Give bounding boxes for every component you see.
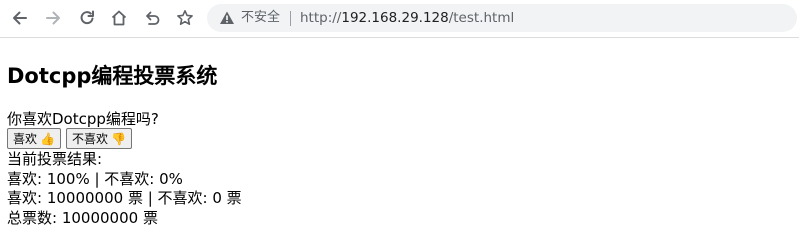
like-button[interactable]: 喜欢 👍 <box>7 128 61 149</box>
security-status-label[interactable]: 不安全 <box>241 10 280 26</box>
thumbs-up-icon: 👍 <box>40 131 55 146</box>
star-icon <box>177 10 193 25</box>
total-votes: 总票数: 10000000 票 <box>7 208 158 227</box>
address-divider <box>290 11 291 26</box>
percent-result: 喜欢: 100% | 不喜欢: 0% <box>7 169 183 188</box>
bookmark-button[interactable] <box>172 5 198 31</box>
dislike-button-label: 不喜欢 <box>71 132 108 146</box>
vote-buttons: 喜欢 👍 不喜欢 👎 <box>7 128 787 150</box>
thumbs-down-icon: 👎 <box>110 131 126 146</box>
reload-button[interactable] <box>74 5 100 31</box>
url-path: /test.html <box>448 10 515 26</box>
votes-result: 喜欢: 10000000 票 | 不喜欢: 0 票 <box>7 189 242 207</box>
warning-icon[interactable] <box>219 10 235 26</box>
url-text[interactable]: http://192.168.29.128/test.html <box>300 10 514 26</box>
forward-arrow-icon <box>46 11 60 25</box>
forward-button[interactable] <box>40 5 66 31</box>
results-heading: 当前投票结果: <box>7 150 103 168</box>
home-button[interactable] <box>106 5 132 31</box>
page-content: Dotcpp编程投票系统 你喜欢Dotcpp编程吗? 喜欢 👍 不喜欢 👎 当前… <box>7 58 787 228</box>
dislike-button[interactable]: 不喜欢 👎 <box>65 128 132 149</box>
browser-toolbar: 不安全 http://192.168.29.128/test.html <box>0 0 799 38</box>
undo-button[interactable] <box>139 5 165 31</box>
home-icon <box>111 10 127 26</box>
url-host: 192.168.29.128 <box>341 10 449 26</box>
reload-icon <box>80 10 94 25</box>
back-arrow-icon <box>13 11 27 25</box>
back-button[interactable] <box>7 5 33 31</box>
vote-question: 你喜欢Dotcpp编程吗? <box>7 110 159 128</box>
address-bar[interactable]: 不安全 http://192.168.29.128/test.html <box>207 4 797 32</box>
page-title: Dotcpp编程投票系统 <box>7 64 218 88</box>
undo-icon <box>146 11 160 25</box>
like-button-label: 喜欢 <box>13 132 38 146</box>
url-scheme: http:// <box>300 10 342 26</box>
